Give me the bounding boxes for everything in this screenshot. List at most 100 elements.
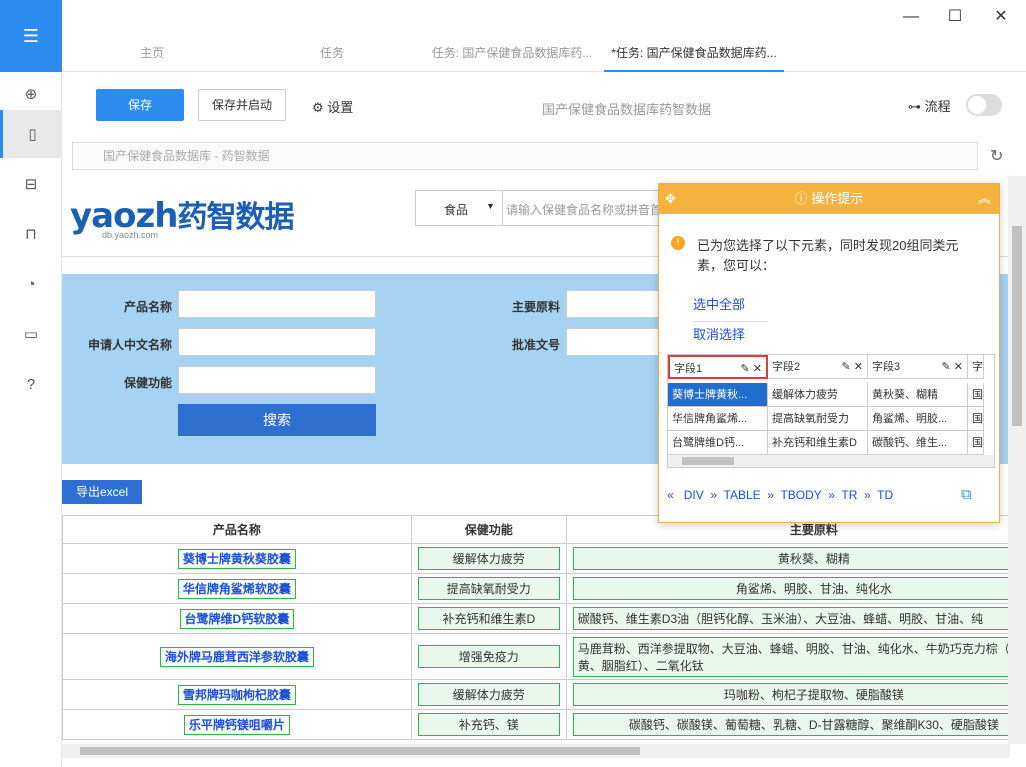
search-category[interactable]: 食品 bbox=[444, 201, 468, 218]
lock-icon[interactable]: ⊓ bbox=[0, 210, 62, 258]
flow-icon: ⊶ bbox=[908, 99, 921, 114]
document-icon[interactable]: ▯ bbox=[0, 110, 62, 158]
cancel-selection-link[interactable]: 取消选择 bbox=[693, 324, 745, 343]
minimize-icon[interactable]: — bbox=[896, 6, 926, 28]
tab-home[interactable]: 主页 bbox=[122, 44, 182, 72]
product-link[interactable]: 华信牌角鲨烯软胶囊 bbox=[177, 579, 296, 599]
tab-task[interactable]: 任务 bbox=[302, 44, 362, 72]
product-link[interactable]: 雪邦牌玛咖枸杞胶囊 bbox=[177, 685, 296, 705]
save-button[interactable]: 保存 bbox=[96, 89, 184, 121]
gear-icon: ⚙ bbox=[312, 100, 324, 115]
logo-sub: db.yaozh.com bbox=[102, 230, 159, 240]
function-cell: 补充钙、镁 bbox=[417, 713, 560, 736]
message-icon[interactable]: ▭ bbox=[0, 310, 62, 358]
path-item[interactable]: TD bbox=[877, 488, 893, 502]
ingredients-cell: 碳酸钙、维生素D3油（胆钙化醇、玉米油）、大豆油、蜂蜡、明胶、甘油、纯 bbox=[572, 607, 1010, 630]
col-function: 保健功能 bbox=[410, 515, 567, 544]
table-row[interactable]: 葵博士牌黄秋葵胶囊 缓解体力疲劳 黄秋葵、糊精 bbox=[62, 543, 1010, 574]
product-link[interactable]: 乐平牌钙镁咀嚼片 bbox=[183, 715, 290, 735]
ingredients-cell: 玛咖粉、枸杞子提取物、硬脂酸镁 bbox=[572, 683, 1010, 706]
field-name: 字段2 bbox=[772, 361, 801, 373]
double-chevron-left-icon[interactable]: « bbox=[667, 488, 674, 502]
ingredients-cell: 马鹿茸粉、西洋参提取物、大豆油、蜂蜡、明胶、甘油、纯化水、牛奶巧克力棕（亮蓝、黄… bbox=[572, 636, 1010, 677]
preview-cell: 国 bbox=[968, 431, 984, 455]
function-cell: 提高缺氧耐受力 bbox=[417, 577, 560, 600]
table-row[interactable]: 海外牌马鹿茸西洋参软胶囊 增强免疫力 马鹿茸粉、西洋参提取物、大豆油、蜂蜡、明胶… bbox=[62, 633, 1010, 680]
title-bar: — ☐ ✕ 主页 任务 任务: 国产保健食品数据库药... *任务: 国产保健食… bbox=[62, 0, 1026, 72]
export-excel-button[interactable]: 导出excel bbox=[62, 480, 142, 504]
path-item[interactable]: TBODY bbox=[780, 488, 821, 502]
data-table: 产品名称 保健功能 主要原料 葵博士牌黄秋葵胶囊 缓解体力疲劳 黄秋葵、糊精 华… bbox=[62, 515, 1010, 740]
logo-cn: 药智数据 bbox=[177, 200, 294, 235]
search-input[interactable]: 请输入保健食品名称或拼音首 bbox=[506, 201, 662, 218]
briefcase-icon[interactable]: ⊟ bbox=[0, 160, 62, 208]
applicant-input[interactable] bbox=[178, 328, 376, 356]
settings-label: 设置 bbox=[327, 100, 354, 115]
ingredients-cell: 黄秋葵、糊精 bbox=[572, 547, 1010, 570]
close-icon[interactable]: ✕ bbox=[986, 6, 1016, 28]
path-item[interactable]: TR bbox=[841, 488, 857, 502]
tab-task-active[interactable]: *任务: 国产保健食品数据库药... bbox=[604, 44, 784, 72]
save-start-button[interactable]: 保存并启动 bbox=[198, 89, 286, 121]
function-cell: 增强免疫力 bbox=[417, 645, 560, 668]
product-name-input[interactable] bbox=[178, 290, 376, 318]
path-item[interactable]: DIV bbox=[684, 488, 704, 502]
function-label: 保健功能 bbox=[123, 376, 172, 390]
preview-cell: 国 bbox=[968, 407, 984, 431]
select-all-link[interactable]: 选中全部 bbox=[693, 294, 745, 313]
chart-pie-icon[interactable]: ◔ bbox=[0, 260, 62, 308]
settings-button[interactable]: ⚙ 设置 bbox=[312, 97, 353, 116]
preview-cell: 缓解体力疲劳 bbox=[768, 383, 868, 407]
external-link-icon[interactable]: ⧉ bbox=[961, 486, 972, 503]
preview-cell: 华信牌角鲨烯... bbox=[668, 407, 768, 431]
hscroll-thumb[interactable] bbox=[80, 747, 640, 755]
preview-hscroll-thumb[interactable] bbox=[682, 457, 734, 465]
field-header-4[interactable]: 字 bbox=[968, 355, 984, 379]
preview-cell: 角鲨烯、明胶... bbox=[868, 407, 968, 431]
hint-title: 操作提示 bbox=[811, 191, 864, 206]
chevron-down-icon[interactable]: ▼ bbox=[486, 201, 495, 211]
edit-close-icon[interactable]: ✎ ✕ bbox=[842, 355, 864, 378]
product-link[interactable]: 海外牌马鹿茸西洋参软胶囊 bbox=[159, 647, 314, 667]
vscroll-thumb[interactable] bbox=[1012, 226, 1022, 426]
refresh-icon[interactable]: ↻ bbox=[990, 146, 1003, 166]
warning-icon: ! bbox=[671, 236, 685, 250]
tab-task-2[interactable]: 任务: 国产保健食品数据库药... bbox=[424, 44, 600, 72]
approval-label: 批准文号 bbox=[511, 338, 560, 352]
help-icon[interactable]: ? bbox=[0, 360, 62, 408]
function-input[interactable] bbox=[178, 366, 376, 394]
product-link[interactable]: 台鹭牌维D钙软胶囊 bbox=[179, 609, 295, 629]
path-item[interactable]: TABLE bbox=[724, 488, 761, 502]
menu-icon[interactable]: ☰ bbox=[0, 0, 62, 72]
product-link[interactable]: 葵博士牌黄秋葵胶囊 bbox=[177, 549, 296, 569]
field-header-1[interactable]: 字段1 ✎ ✕ bbox=[668, 355, 768, 379]
applicant-label: 申请人中文名称 bbox=[87, 338, 172, 352]
move-icon[interactable]: ✥ bbox=[665, 184, 676, 214]
table-row[interactable]: 雪邦牌玛咖枸杞胶囊 缓解体力疲劳 玛咖粉、枸杞子提取物、硬脂酸镁 bbox=[62, 679, 1010, 710]
edit-close-icon[interactable]: ✎ ✕ bbox=[942, 355, 964, 378]
edit-close-icon[interactable]: ✎ ✕ bbox=[741, 357, 763, 377]
preview-cell: 碳酸钙、维生... bbox=[868, 431, 968, 455]
collapse-icon[interactable]: ︽ bbox=[978, 184, 991, 214]
vertical-scrollbar[interactable] bbox=[1008, 176, 1026, 744]
search-button[interactable]: 搜索 bbox=[178, 404, 376, 436]
table-row[interactable]: 华信牌角鲨烯软胶囊 提高缺氧耐受力 角鲨烯、明胶、甘油、纯化水 bbox=[62, 573, 1010, 604]
product-name-label: 产品名称 bbox=[123, 300, 172, 314]
table-row[interactable]: 乐平牌钙镁咀嚼片 补充钙、镁 碳酸钙、碳酸镁、葡萄糖、乳糖、D-甘露糖醇、聚维酮… bbox=[62, 709, 1010, 740]
maximize-icon[interactable]: ☐ bbox=[940, 6, 970, 28]
field-header-2[interactable]: 字段2 ✎ ✕ bbox=[768, 355, 868, 379]
preview-hscroll[interactable] bbox=[668, 455, 994, 467]
preview-cell: 葵博士牌黄秋... bbox=[668, 383, 768, 407]
flow-label: ⊶ 流程 bbox=[908, 96, 951, 115]
toolbar: 保存 保存并启动 ⚙ 设置 国产保健食品数据库药智数据 ⊶ 流程 bbox=[62, 72, 1026, 134]
divider bbox=[693, 321, 767, 322]
flow-toggle[interactable] bbox=[966, 94, 1002, 116]
col-product-name: 产品名称 bbox=[62, 515, 412, 544]
field-header-3[interactable]: 字段3 ✎ ✕ bbox=[868, 355, 968, 379]
function-cell: 补充钙和维生素D bbox=[417, 607, 560, 630]
preview-cell: 台鹭牌维D钙... bbox=[668, 431, 768, 455]
horizontal-scrollbar[interactable] bbox=[62, 744, 1010, 758]
table-row[interactable]: 台鹭牌维D钙软胶囊 补充钙和维生素D 碳酸钙、维生素D3油（胆钙化醇、玉米油）、… bbox=[62, 603, 1010, 634]
left-sidebar: ☰ ⊕ ▯ ⊟ ⊓ ◔ ▭ ? bbox=[0, 0, 62, 767]
url-bar[interactable]: 国产保健食品数据库 - 药智数据 bbox=[72, 142, 978, 170]
